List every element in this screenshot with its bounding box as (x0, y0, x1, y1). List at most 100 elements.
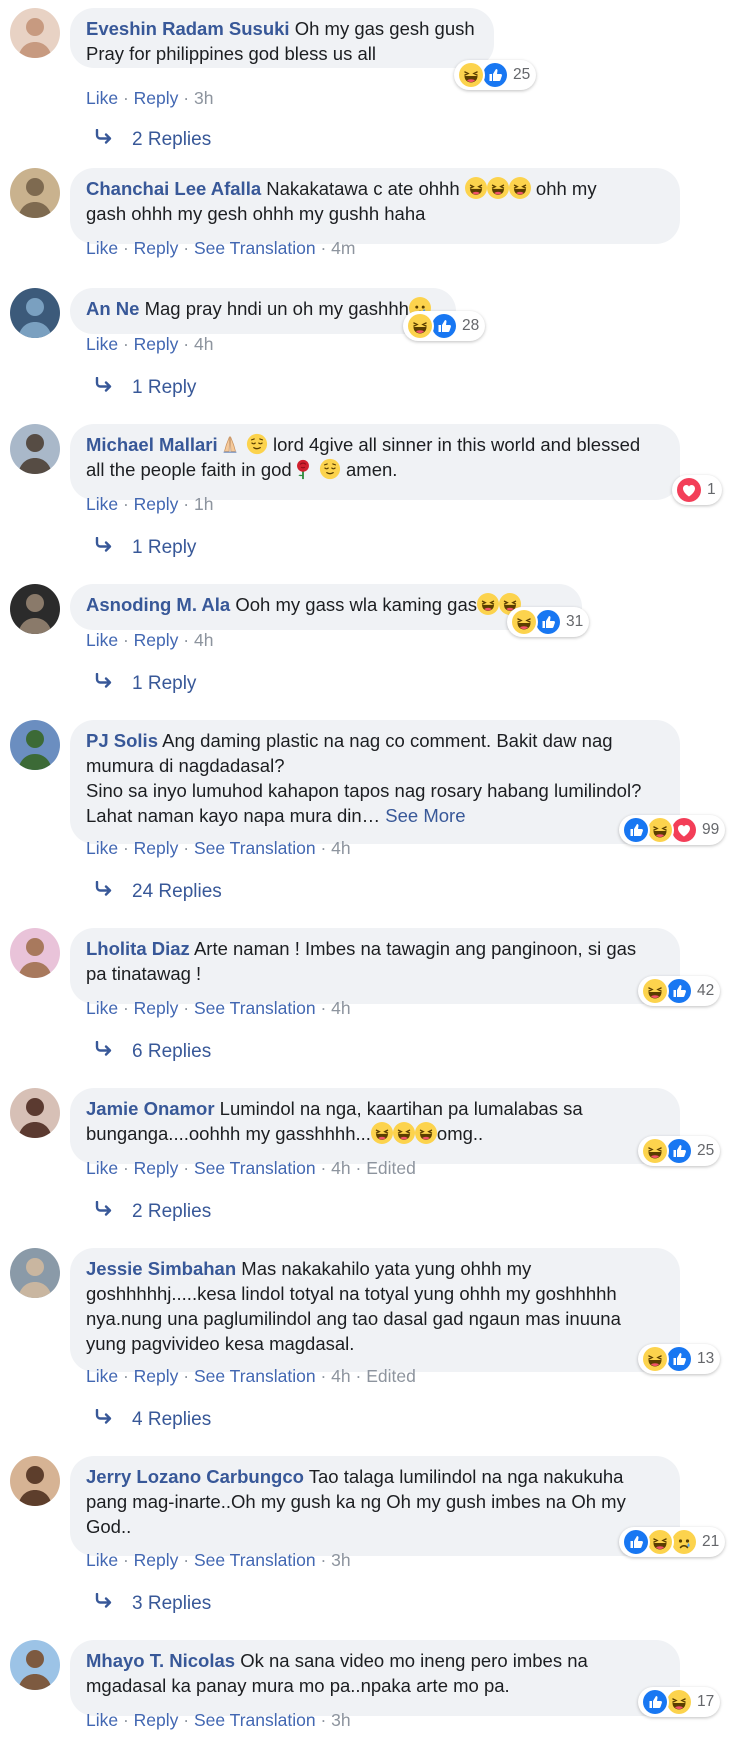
comment-timestamp[interactable]: 4h (331, 1366, 350, 1386)
comment-timestamp[interactable]: 4m (331, 238, 355, 258)
like-button[interactable]: Like (86, 1550, 118, 1570)
relieved-face-emoji (246, 433, 268, 455)
reaction-summary[interactable]: 13 (638, 1344, 721, 1374)
view-replies-link[interactable]: 3 Replies (94, 1592, 211, 1616)
see-translation-link[interactable]: See Translation (194, 1158, 316, 1178)
like-button[interactable]: Like (86, 1158, 118, 1178)
comment-timestamp[interactable]: 4h (331, 1158, 350, 1178)
comment-text: Lumindol na nga, kaartihan pa lumalabas … (219, 1098, 583, 1119)
separator: · (178, 334, 194, 354)
like-button[interactable]: Like (86, 238, 118, 258)
comment-text: Lahat naman kayo napa mura din… (86, 805, 381, 826)
comment-author[interactable]: PJ Solis (86, 730, 158, 751)
see-translation-link[interactable]: See Translation (194, 998, 316, 1018)
comment-author[interactable]: Chanchai Lee Afalla (86, 178, 261, 199)
view-replies-link[interactable]: 1 Reply (94, 376, 196, 400)
comment-timestamp[interactable]: 3h (331, 1710, 350, 1730)
reaction-summary[interactable]: 28 (403, 311, 486, 341)
avatar[interactable] (10, 8, 60, 58)
avatar[interactable] (10, 1088, 60, 1138)
comment-author[interactable]: An Ne (86, 298, 139, 319)
comment-author[interactable]: Jerry Lozano Carbungco (86, 1466, 304, 1487)
view-replies-link[interactable]: 24 Replies (94, 880, 222, 904)
see-more-link[interactable]: See More (385, 805, 465, 826)
comment-timestamp[interactable]: 4h (194, 630, 213, 650)
separator: · (118, 630, 134, 650)
reply-button[interactable]: Reply (134, 998, 179, 1018)
reaction-summary[interactable]: 31 (507, 607, 590, 637)
view-replies-link[interactable]: 2 Replies (94, 128, 211, 152)
reaction-count: 99 (702, 821, 720, 838)
see-translation-link[interactable]: See Translation (194, 838, 316, 858)
comment-bubble: Chanchai Lee Afalla Nakakatawa c ate ohh… (70, 168, 680, 244)
view-replies-link[interactable]: 4 Replies (94, 1408, 211, 1432)
see-translation-link[interactable]: See Translation (194, 1550, 316, 1570)
reply-button[interactable]: Reply (134, 1710, 179, 1730)
separator: · (178, 1158, 194, 1178)
like-button[interactable]: Like (86, 998, 118, 1018)
reply-button[interactable]: Reply (134, 88, 179, 108)
reaction-summary[interactable]: 99 (619, 815, 726, 845)
avatar[interactable] (10, 168, 60, 218)
like-button[interactable]: Like (86, 1366, 118, 1386)
laugh-cry-emoji (487, 177, 509, 199)
separator: · (118, 88, 134, 108)
reply-button[interactable]: Reply (134, 838, 179, 858)
comment-timestamp[interactable]: 3h (331, 1550, 350, 1570)
avatar[interactable] (10, 1640, 60, 1690)
avatar[interactable] (10, 584, 60, 634)
reply-arrow-icon (94, 672, 132, 696)
comment-text: Ang daming plastic na nag co comment. Ba… (162, 730, 613, 751)
like-button[interactable]: Like (86, 334, 118, 354)
see-translation-link[interactable]: See Translation (194, 1710, 316, 1730)
reaction-summary[interactable]: 21 (619, 1527, 726, 1557)
comment-timestamp[interactable]: 3h (194, 88, 213, 108)
comment-timestamp[interactable]: 4h (331, 998, 350, 1018)
avatar[interactable] (10, 1248, 60, 1298)
comment-timestamp[interactable]: 4h (194, 334, 213, 354)
reply-button[interactable]: Reply (134, 334, 179, 354)
reaction-summary[interactable]: 17 (638, 1687, 721, 1717)
like-button[interactable]: Like (86, 494, 118, 514)
comment-timestamp[interactable]: 1h (194, 494, 213, 514)
comment-timestamp[interactable]: 4h (331, 838, 350, 858)
comment-author[interactable]: Eveshin Radam Susuki (86, 18, 290, 39)
avatar[interactable] (10, 1456, 60, 1506)
see-translation-link[interactable]: See Translation (194, 1366, 316, 1386)
avatar[interactable] (10, 928, 60, 978)
comment-author[interactable]: Mhayo T. Nicolas (86, 1650, 235, 1671)
like-icon (622, 1528, 650, 1556)
reply-button[interactable]: Reply (134, 494, 179, 514)
reply-button[interactable]: Reply (134, 1550, 179, 1570)
reaction-summary[interactable]: 42 (638, 976, 721, 1006)
see-translation-link[interactable]: See Translation (194, 238, 316, 258)
like-button[interactable]: Like (86, 1710, 118, 1730)
avatar[interactable] (10, 720, 60, 770)
view-replies-link[interactable]: 1 Reply (94, 536, 196, 560)
comment-author[interactable]: Jessie Simbahan (86, 1258, 236, 1279)
comment-author[interactable]: Lholita Diaz (86, 938, 190, 959)
separator: · (315, 838, 332, 858)
like-button[interactable]: Like (86, 838, 118, 858)
view-replies-link[interactable]: 1 Reply (94, 672, 196, 696)
view-replies-link[interactable]: 2 Replies (94, 1200, 211, 1224)
avatar[interactable] (10, 424, 60, 474)
comment-author[interactable]: Asnoding M. Ala (86, 594, 230, 615)
comment-author[interactable]: Michael Mallari (86, 434, 218, 455)
comment-author[interactable]: Jamie Onamor (86, 1098, 215, 1119)
reply-button[interactable]: Reply (134, 1366, 179, 1386)
like-button[interactable]: Like (86, 88, 118, 108)
reaction-summary[interactable]: 25 (638, 1136, 721, 1166)
separator: · (315, 1158, 332, 1178)
like-button[interactable]: Like (86, 630, 118, 650)
reaction-summary[interactable]: 25 (454, 60, 537, 90)
avatar[interactable] (10, 288, 60, 338)
reply-button[interactable]: Reply (134, 630, 179, 650)
reply-button[interactable]: Reply (134, 238, 179, 258)
like-icon (534, 608, 562, 636)
comment-text: omg.. (436, 1123, 484, 1144)
reaction-summary[interactable]: 1 (672, 475, 722, 505)
view-replies-link[interactable]: 6 Replies (94, 1040, 211, 1064)
reply-button[interactable]: Reply (134, 1158, 179, 1178)
separator: · (118, 838, 134, 858)
